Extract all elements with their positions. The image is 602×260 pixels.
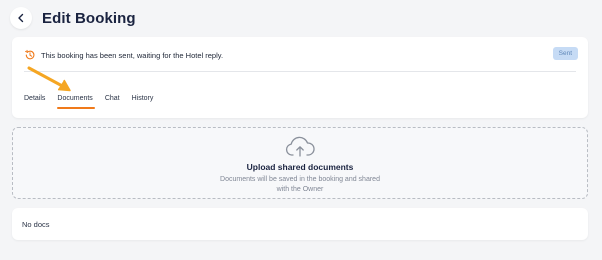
chevron-left-icon	[18, 13, 24, 23]
tab-documents[interactable]: Documents	[57, 95, 96, 109]
back-button[interactable]	[10, 7, 32, 29]
status-message: This booking has been sent, waiting for …	[41, 50, 224, 60]
documents-list: No docs	[12, 208, 588, 240]
page-header: Edit Booking	[10, 6, 136, 30]
upload-description: Documents will be saved in the booking a…	[220, 176, 380, 193]
tab-bar: Details Documents Chat History	[24, 95, 165, 109]
tab-history[interactable]: History	[132, 95, 154, 105]
upload-title: Upload shared documents	[246, 162, 354, 172]
history-icon	[24, 49, 36, 61]
empty-state-text: No docs	[22, 220, 50, 229]
cloud-upload-icon	[285, 136, 315, 157]
status-row: This booking has been sent, waiting for …	[24, 48, 576, 62]
booking-status-card: This booking has been sent, waiting for …	[12, 37, 588, 118]
tab-chat[interactable]: Chat	[105, 95, 120, 105]
divider	[24, 71, 576, 72]
status-badge: Sent	[552, 47, 578, 60]
pointer-arrow-icon	[27, 66, 71, 92]
page-title: Edit Booking	[42, 9, 136, 27]
upload-dropzone[interactable]: Upload shared documents Documents will b…	[12, 127, 588, 199]
tab-details[interactable]: Details	[24, 95, 45, 105]
upload-content: Upload shared documents Documents will b…	[13, 136, 587, 195]
